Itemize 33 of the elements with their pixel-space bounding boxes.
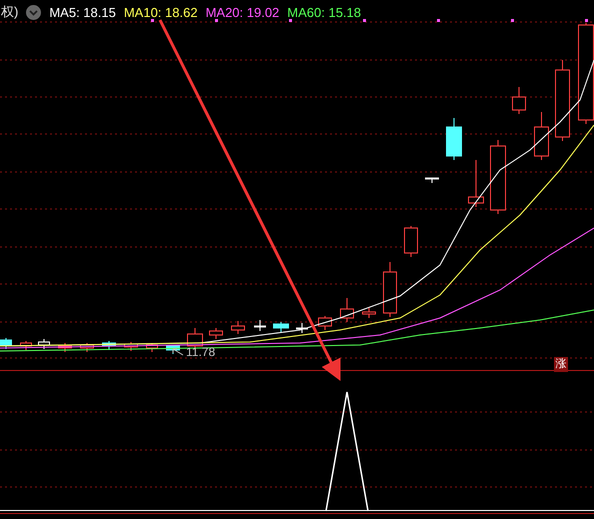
low-price-label: 11.78 — [186, 345, 216, 359]
candlestick — [318, 316, 332, 330]
candlestick — [468, 160, 484, 208]
candlestick — [0, 338, 12, 350]
candlestick — [340, 298, 354, 322]
candlestick — [166, 344, 180, 354]
candlestick — [102, 340, 116, 350]
candlestick — [512, 86, 526, 114]
candlestick — [446, 118, 462, 160]
candlestick — [404, 226, 418, 258]
candlestick — [296, 322, 308, 334]
candlestick — [209, 328, 223, 340]
rise-badge: 涨 — [554, 357, 568, 372]
candlestick — [231, 320, 245, 334]
moving-average-label: MA20: 19.02 — [206, 4, 280, 20]
moving-average-label: MA60: 15.18 — [287, 4, 361, 20]
candlestick — [80, 342, 94, 352]
candlestick — [362, 308, 376, 318]
moving-average-label: MA5: 18.15 — [49, 4, 116, 20]
candlestick — [383, 262, 397, 318]
arrow-icon — [172, 347, 184, 357]
candlestick — [534, 112, 549, 160]
dropdown-icon[interactable] — [26, 4, 42, 20]
candlestick — [425, 178, 439, 184]
candlestick — [254, 320, 266, 332]
candlestick — [38, 338, 50, 350]
moving-average-label: MA10: 18.62 — [124, 4, 198, 20]
candlestick — [146, 342, 158, 352]
candlestick — [124, 342, 138, 352]
candlestick — [20, 340, 32, 350]
candlestick — [58, 342, 72, 352]
candlestick — [273, 322, 289, 332]
title-fragment: 权) — [1, 3, 18, 21]
